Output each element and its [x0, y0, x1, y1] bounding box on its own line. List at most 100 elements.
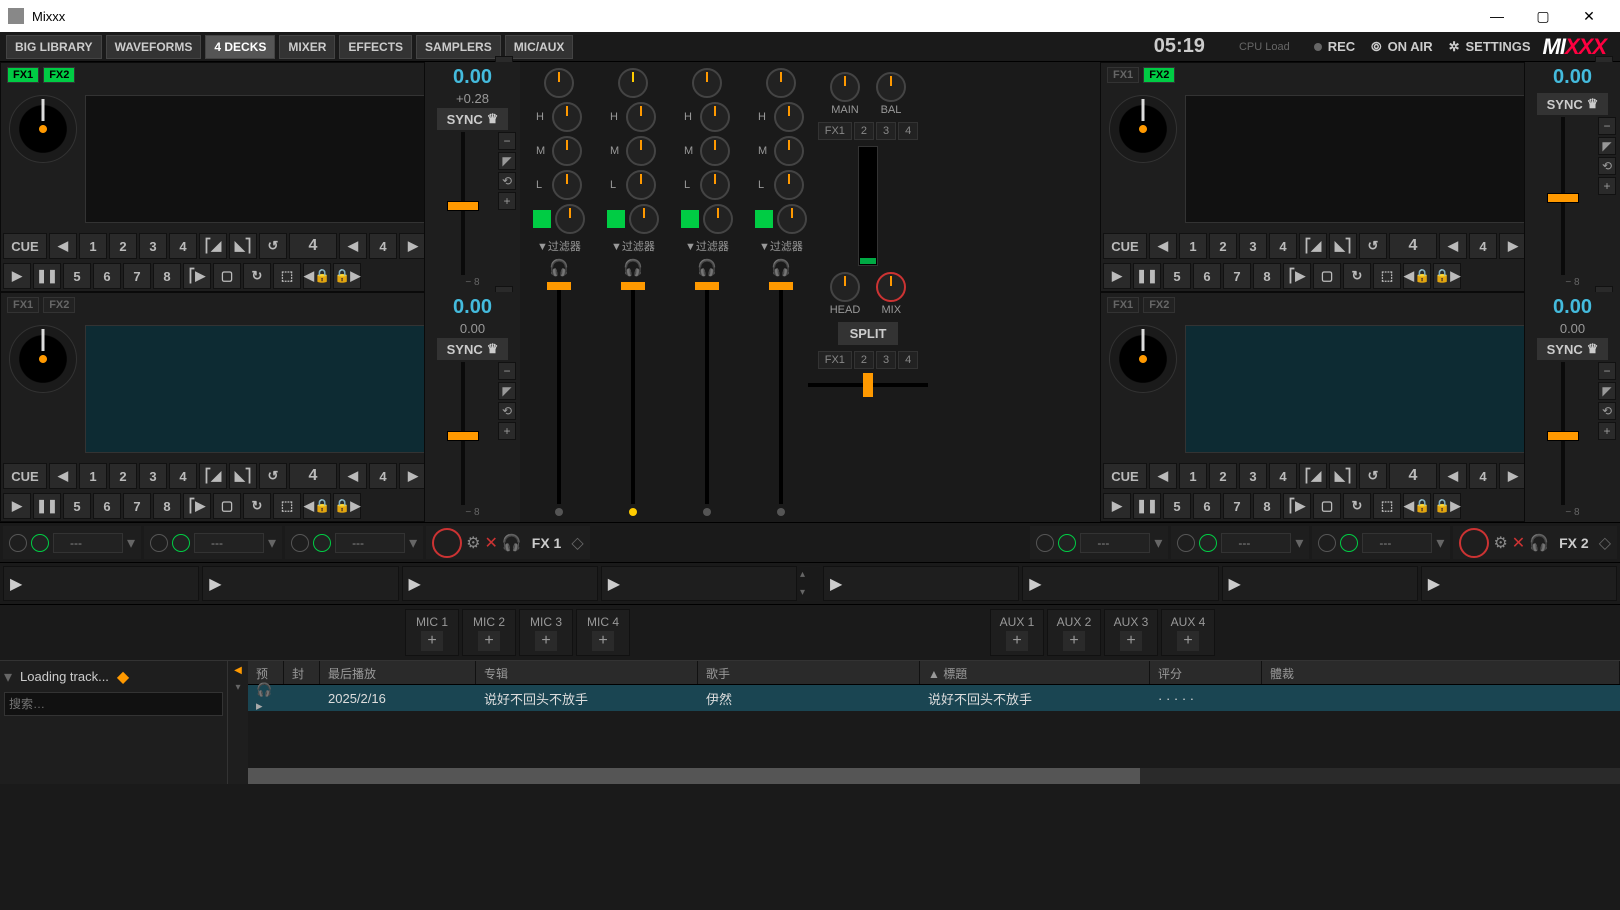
headphone-icon[interactable]: 🎧 [771, 258, 791, 278]
deck1-cue[interactable]: CUE [3, 233, 47, 259]
deck1-waveform[interactable] [85, 95, 431, 223]
headphone-icon[interactable]: 🎧 [549, 258, 569, 278]
mixer-button[interactable]: MIXER [279, 35, 335, 59]
sampler-8[interactable]: ▶ [1421, 566, 1617, 601]
deck2-fx1[interactable]: FX1 [1107, 67, 1139, 83]
crossfader[interactable] [808, 375, 928, 395]
deck1-hot8[interactable]: 8 [153, 263, 181, 289]
deck1-vinyl[interactable] [9, 95, 77, 163]
search-input[interactable] [4, 692, 223, 716]
col-preview[interactable]: 预览 [248, 661, 284, 684]
sampler-scroll-up[interactable]: ▴ [800, 569, 820, 580]
deck2-vinyl[interactable] [1109, 95, 1177, 163]
preview-icon[interactable]: 🎧▸ [256, 682, 272, 713]
sort-indicator-icon[interactable]: ◀ [234, 665, 242, 676]
deck1-out[interactable]: ◣⎤ [229, 233, 257, 259]
deck1-collapse[interactable]: ◤ [498, 152, 516, 170]
deck4-cue[interactable]: CUE [1103, 463, 1147, 489]
ch2-gain[interactable] [618, 68, 648, 98]
deck4-vinyl[interactable] [1109, 325, 1177, 393]
ch1-eq-l[interactable] [552, 170, 582, 200]
deck2-waveform[interactable] [1185, 95, 1531, 223]
dropdown-icon[interactable]: ▾ [4, 667, 12, 687]
sampler-5[interactable]: ▶ [823, 566, 1019, 601]
deck1-rate-minus[interactable]: − [498, 132, 516, 150]
settings-button[interactable]: ✲SETTINGS [1449, 39, 1531, 55]
col-rating[interactable]: 评分 [1150, 661, 1262, 684]
samplers-button[interactable]: SAMPLERS [416, 35, 501, 59]
ch1-gain[interactable] [544, 68, 574, 98]
deck1-hot4[interactable]: 4 [169, 233, 197, 259]
deck2-cue[interactable]: CUE [1103, 233, 1147, 259]
deck1-in[interactable]: ⎡◢ [199, 233, 227, 259]
sampler-scroll-down[interactable]: ▾ [800, 587, 820, 598]
sampler-2[interactable]: ▶ [202, 566, 398, 601]
deck1-hot3[interactable]: 3 [139, 233, 167, 259]
deck1-pause[interactable]: ❚❚ [33, 263, 61, 289]
deck1-loop[interactable]: ↺ [259, 233, 287, 259]
col-artist[interactable]: 歌手 [698, 661, 920, 684]
waveforms-button[interactable]: WAVEFORMS [106, 35, 202, 59]
gear-icon[interactable]: ⚙ [466, 533, 480, 553]
table-row[interactable]: 🎧▸ 2025/2/16 说好不回头不放手 伊然 说好不回头不放手 · · · … [248, 685, 1620, 711]
split-button[interactable]: SPLIT [838, 322, 899, 345]
col-genre[interactable]: 體裁 [1262, 661, 1620, 684]
deck1-play[interactable]: ▶ [3, 263, 31, 289]
ch1-fader[interactable] [544, 282, 574, 504]
micaux-button[interactable]: MIC/AUX [505, 35, 574, 59]
four-decks-button[interactable]: 4 DECKS [205, 35, 275, 59]
main-knob[interactable] [830, 72, 860, 102]
sampler-3[interactable]: ▶ [402, 566, 598, 601]
deck1-center[interactable]: ⟲ [498, 172, 516, 190]
deck1-sync[interactable]: SYNC♛ [437, 108, 509, 130]
deck2-pause[interactable]: ❚❚ [1133, 263, 1161, 289]
deck3-fx2[interactable]: FX2 [43, 297, 75, 313]
mic4-add[interactable]: + [592, 631, 614, 651]
ch1-cf[interactable] [555, 508, 563, 516]
deck4-pause[interactable]: ❚❚ [1133, 493, 1161, 519]
sort-arrow-icon[interactable]: ▾ [235, 682, 240, 693]
ch1-filter[interactable] [555, 204, 585, 234]
headphone-icon[interactable]: 🎧 [502, 533, 522, 553]
effects-button[interactable]: EFFECTS [339, 35, 412, 59]
deck1-rate[interactable] [429, 132, 496, 275]
deck2-rate[interactable] [1529, 117, 1596, 275]
fx1-meta[interactable] [432, 528, 462, 558]
deck1-hot5[interactable]: 5 [63, 263, 91, 289]
headphone-icon[interactable]: 🎧 [697, 258, 717, 278]
headphone-icon[interactable]: 🎧 [623, 258, 643, 278]
ch1-eq-h[interactable] [552, 102, 582, 132]
headphone-icon[interactable]: 🎧 [1529, 533, 1549, 553]
deck2-play[interactable]: ▶ [1103, 263, 1131, 289]
deck3-play[interactable]: ▶ [3, 493, 31, 519]
col-cover[interactable]: 封面 [284, 661, 320, 684]
deck3-vinyl[interactable] [9, 325, 77, 393]
balance-knob[interactable] [876, 72, 906, 102]
deck4-sync[interactable]: SYNC♛ [1537, 338, 1609, 360]
deck3-waveform[interactable] [85, 325, 431, 453]
onair-button[interactable]: ⦾ON AIR [1371, 39, 1432, 55]
deck1-beat[interactable]: 4 [289, 233, 337, 259]
sampler-4[interactable]: ▶ [601, 566, 797, 601]
deck1-hot6[interactable]: 6 [93, 263, 121, 289]
mic1-add[interactable]: + [421, 631, 443, 651]
gear-icon[interactable]: ⚙ [1493, 533, 1507, 553]
deck1-hot7[interactable]: 7 [123, 263, 151, 289]
close-button[interactable]: ✕ [1566, 0, 1612, 32]
col-album[interactable]: 专辑 [476, 661, 698, 684]
deck1-fx2[interactable]: FX2 [43, 67, 75, 83]
deck1-fx1[interactable]: FX1 [7, 67, 39, 83]
deck4-waveform[interactable] [1185, 325, 1531, 453]
rec-button[interactable]: REC [1314, 39, 1355, 54]
mix-knob[interactable] [876, 272, 906, 302]
col-title[interactable]: ▲ 標題 [920, 661, 1150, 684]
cross-icon[interactable]: ✕ [1512, 533, 1525, 553]
fx2-meta[interactable] [1459, 528, 1489, 558]
deck3-cue[interactable]: CUE [3, 463, 47, 489]
deck1-hot1[interactable]: 1 [79, 233, 107, 259]
deck1-prev[interactable]: ◀ [49, 233, 77, 259]
big-library-button[interactable]: BIG LIBRARY [6, 35, 102, 59]
deck2-fx2[interactable]: FX2 [1143, 67, 1175, 83]
mic3-add[interactable]: + [535, 631, 557, 651]
fx-power[interactable] [9, 534, 27, 552]
